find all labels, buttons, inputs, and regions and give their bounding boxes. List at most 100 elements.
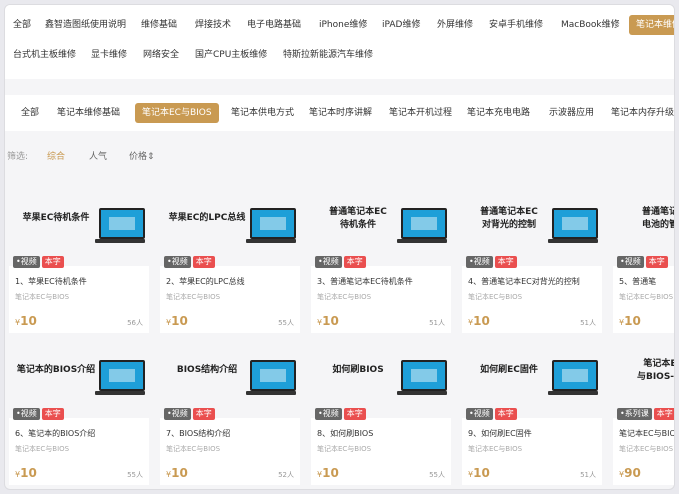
course-name[interactable]: 8、如何刷BIOS: [317, 428, 373, 439]
top-nav-item[interactable]: 台式机主板维修: [13, 45, 76, 65]
course-card[interactable]: 普通笔记本EC 待机条件 •视频 本字 3、普通笔记本EC待机条件 笔记本EC与BIOS ¥…: [311, 190, 451, 333]
course-thumbnail-title: 苹果EC的LPC总线: [168, 213, 246, 223]
course-thumbnail[interactable]: 苹果EC的LPC总线 •视频 本字: [160, 190, 300, 268]
price-value: 10: [322, 466, 339, 480]
top-nav-item[interactable]: 特斯拉新能源汽车维修: [283, 45, 373, 65]
top-nav-item[interactable]: 安卓手机维修: [489, 15, 543, 35]
course-card[interactable]: 笔记本的BIOS介绍 •视频 本字 6、笔记本的BIOS介绍 笔记本EC与BIOS ¥10…: [9, 342, 149, 485]
course-card[interactable]: BIOS结构介绍 •视频 本字 7、BIOS结构介绍 笔记本EC与BIOS ¥10 52人: [160, 342, 300, 485]
subcategory-tab[interactable]: 笔记本供电方式: [231, 103, 294, 123]
student-count: 51人: [580, 319, 596, 327]
course-name[interactable]: 4、普通笔记本EC对背光的控制: [468, 276, 580, 287]
top-nav-item-active[interactable]: 笔记本维修: [629, 15, 674, 35]
student-count: 51人: [580, 471, 596, 479]
course-card[interactable]: 普通笔记本EC 对背光的控制 •视频 本字 4、普通笔记本EC对背光的控制 笔记本EC与B…: [462, 190, 602, 333]
laptop-icon: [246, 360, 296, 396]
course-card[interactable]: 如何刷EC固件 •视频 本字 9、如何刷EC固件 笔记本EC与BIOS ¥10 51人: [462, 342, 602, 485]
subcategory-tab[interactable]: 笔记本时序讲解: [309, 103, 372, 123]
course-name[interactable]: 6、笔记本的BIOS介绍: [15, 428, 95, 439]
price-value: 10: [171, 314, 188, 328]
course-thumbnail[interactable]: 普通笔记 电池的管 •视频 本字: [613, 190, 674, 268]
course-card[interactable]: 如何刷BIOS •视频 本字 8、如何刷BIOS 笔记本EC与BIOS ¥10 55人: [311, 342, 451, 485]
course-category: 笔记本EC与BIOS: [15, 293, 70, 301]
subcategory-tab-active[interactable]: 笔记本EC与BIOS: [135, 103, 219, 123]
subcategory-tab[interactable]: 全部: [21, 103, 39, 123]
top-nav-item[interactable]: iPAD维修: [382, 15, 420, 35]
laptop-icon: [246, 208, 296, 244]
subtitle-tag: 本字: [645, 256, 668, 268]
filter-option-active[interactable]: 综合: [47, 148, 65, 166]
laptop-icon: [397, 360, 447, 396]
course-thumbnail-title: 笔记本E与BIOS-合: [636, 359, 675, 382]
course-category: 笔记本EC与BIOS: [317, 445, 372, 453]
course-thumbnail[interactable]: BIOS结构介绍 •视频 本字: [160, 342, 300, 420]
subcategory-tab[interactable]: 笔记本内存升级: [611, 103, 674, 123]
type-tag: •视频: [617, 256, 644, 268]
course-name[interactable]: 2、苹果EC的LPC总线: [166, 276, 245, 287]
subtitle-tag: 本字: [343, 408, 366, 420]
course-tags: •视频 本字: [13, 401, 66, 420]
course-name[interactable]: 1、苹果EC待机条件: [15, 276, 87, 287]
course-thumbnail[interactable]: 如何刷BIOS •视频 本字: [311, 342, 451, 420]
course-price: ¥10: [317, 314, 339, 328]
price-value: 10: [322, 314, 339, 328]
subtitle-tag: 本字: [41, 408, 64, 420]
top-nav-item[interactable]: 全部: [13, 15, 31, 35]
course-card[interactable]: 笔记本E与BIOS-合 •系列课本字笔记本EC与BIOS 笔记本EC与BIOS ¥90: [613, 342, 675, 485]
course-tags: •视频 本字: [617, 249, 670, 268]
top-nav-item[interactable]: 电子电路基础: [247, 15, 301, 35]
laptop-icon: [397, 208, 447, 244]
course-thumbnail[interactable]: 普通笔记本EC 对背光的控制 •视频 本字: [462, 190, 602, 268]
course-thumbnail-title: 普通笔记本EC 对背光的控制: [480, 207, 538, 230]
course-thumbnail-title: BIOS结构介绍: [176, 365, 238, 375]
top-nav-item[interactable]: 鑫智造图纸使用说明: [45, 15, 126, 35]
laptop-icon: [548, 208, 598, 244]
course-thumbnail-title: 普通笔记本EC 待机条件: [329, 207, 387, 230]
top-nav-item[interactable]: 国产CPU主板维修: [195, 45, 267, 65]
course-name[interactable]: 9、如何刷EC固件: [468, 428, 532, 439]
course-tags: •视频 本字: [315, 249, 368, 268]
course-tags: •系列课 本字: [617, 401, 674, 420]
course-thumbnail[interactable]: 如何刷EC固件 •视频 本字: [462, 342, 602, 420]
course-name[interactable]: 3、普通笔记本EC待机条件: [317, 276, 413, 287]
filter-option[interactable]: 价格⇕: [129, 148, 155, 166]
course-price: ¥10: [468, 466, 490, 480]
subtitle-tag: 本字: [192, 256, 215, 268]
course-name[interactable]: 笔记本EC与BIOS: [619, 428, 674, 439]
top-nav-item[interactable]: 维修基础: [141, 15, 177, 35]
top-nav-item[interactable]: 网络安全: [143, 45, 179, 65]
filter-option[interactable]: 人气: [89, 148, 107, 166]
course-thumbnail[interactable]: 笔记本E与BIOS-合 •系列课本字: [613, 342, 675, 420]
top-nav-item[interactable]: 外屏维修: [437, 15, 473, 35]
top-nav-item[interactable]: MacBook维修: [561, 15, 620, 35]
type-tag: •视频: [13, 408, 40, 420]
course-card[interactable]: 普通笔记 电池的管 •视频 本字 5、普通笔 笔记本EC与BIOS ¥10: [613, 190, 674, 333]
type-tag: •视频: [315, 256, 342, 268]
subcategory-tab[interactable]: 笔记本充电电路: [467, 103, 530, 123]
course-price: ¥10: [166, 314, 188, 328]
course-card[interactable]: 苹果EC的LPC总线 •视频 本字 2、苹果EC的LPC总线 笔记本EC与BIOS ¥10…: [160, 190, 300, 333]
course-thumbnail[interactable]: 普通笔记本EC 待机条件 •视频 本字: [311, 190, 451, 268]
course-card[interactable]: 苹果EC待机条件 •视频 本字 1、苹果EC待机条件 笔记本EC与BIOS ¥10 56人: [9, 190, 149, 333]
course-name[interactable]: 7、BIOS结构介绍: [166, 428, 230, 439]
course-price: ¥10: [15, 314, 37, 328]
course-thumbnail[interactable]: 苹果EC待机条件 •视频 本字: [9, 190, 149, 268]
top-nav-item[interactable]: 焊接技术: [195, 15, 231, 35]
price-value: 10: [473, 466, 490, 480]
course-thumbnail[interactable]: 笔记本的BIOS介绍 •视频 本字: [9, 342, 149, 420]
subcategory-tab[interactable]: 示波器应用: [549, 103, 594, 123]
type-tag: •视频: [13, 256, 40, 268]
subcategory-nav: 全部 笔记本维修基础 笔记本EC与BIOS 笔记本供电方式 笔记本时序讲解 笔记…: [5, 95, 674, 131]
top-nav-item[interactable]: 显卡维修: [91, 45, 127, 65]
price-value: 10: [473, 314, 490, 328]
laptop-icon: [548, 360, 598, 396]
course-price: ¥10: [15, 466, 37, 480]
course-thumbnail-title: 如何刷BIOS: [332, 365, 384, 375]
subcategory-tab[interactable]: 笔记本开机过程: [389, 103, 452, 123]
top-nav-item[interactable]: iPhone维修: [319, 15, 367, 35]
price-value: 10: [171, 466, 188, 480]
subcategory-tab[interactable]: 笔记本维修基础: [57, 103, 120, 123]
course-name[interactable]: 5、普通笔: [619, 276, 656, 287]
type-tag: •视频: [315, 408, 342, 420]
price-value: 10: [20, 466, 37, 480]
